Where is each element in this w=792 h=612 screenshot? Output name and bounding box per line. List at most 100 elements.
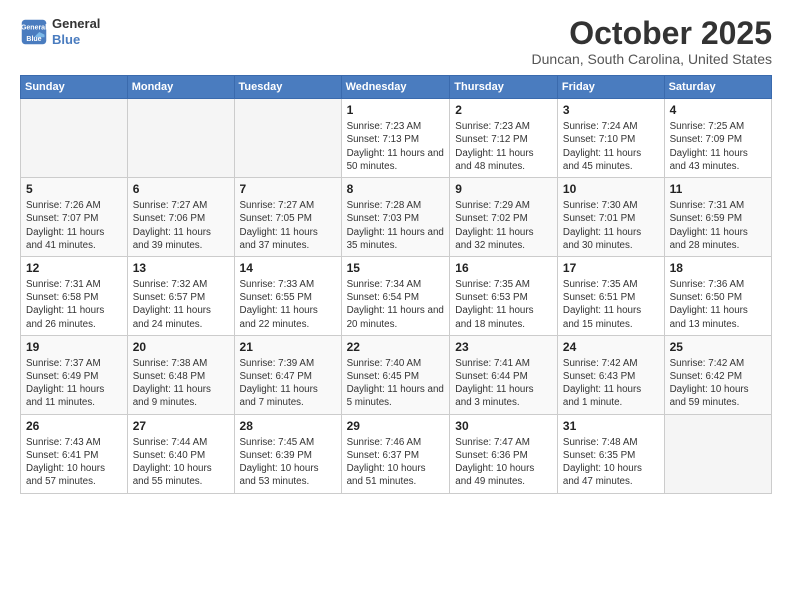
cell-date: 8 <box>347 182 445 196</box>
logo-line2: Blue <box>52 32 100 48</box>
cell-info: Sunrise: 7:35 AM Sunset: 6:51 PM Dayligh… <box>563 278 659 331</box>
cell-info: Sunrise: 7:43 AM Sunset: 6:41 PM Dayligh… <box>26 436 122 489</box>
cell-info: Sunrise: 7:30 AM Sunset: 7:01 PM Dayligh… <box>563 199 659 252</box>
calendar-table: SundayMondayTuesdayWednesdayThursdayFrid… <box>20 75 772 493</box>
location: Duncan, South Carolina, United States <box>532 51 772 67</box>
day-cell-26: 26 Sunrise: 7:43 AM Sunset: 6:41 PM Dayl… <box>21 414 128 493</box>
day-cell-20: 20 Sunrise: 7:38 AM Sunset: 6:48 PM Dayl… <box>127 335 234 414</box>
cell-date: 27 <box>133 419 229 433</box>
weekday-saturday: Saturday <box>664 76 771 99</box>
cell-date: 3 <box>563 103 659 117</box>
logo-icon: General Blue <box>20 18 48 46</box>
day-cell-6: 6 Sunrise: 7:27 AM Sunset: 7:06 PM Dayli… <box>127 178 234 257</box>
cell-info: Sunrise: 7:45 AM Sunset: 6:39 PM Dayligh… <box>240 436 336 489</box>
day-cell-7: 7 Sunrise: 7:27 AM Sunset: 7:05 PM Dayli… <box>234 178 341 257</box>
day-cell-25: 25 Sunrise: 7:42 AM Sunset: 6:42 PM Dayl… <box>664 335 771 414</box>
day-cell-8: 8 Sunrise: 7:28 AM Sunset: 7:03 PM Dayli… <box>341 178 450 257</box>
cell-info: Sunrise: 7:47 AM Sunset: 6:36 PM Dayligh… <box>455 436 552 489</box>
week-row-4: 19 Sunrise: 7:37 AM Sunset: 6:49 PM Dayl… <box>21 335 772 414</box>
cell-info: Sunrise: 7:27 AM Sunset: 7:06 PM Dayligh… <box>133 199 229 252</box>
cell-info: Sunrise: 7:31 AM Sunset: 6:58 PM Dayligh… <box>26 278 122 331</box>
cell-info: Sunrise: 7:38 AM Sunset: 6:48 PM Dayligh… <box>133 357 229 410</box>
cell-date: 26 <box>26 419 122 433</box>
logo: General Blue General Blue <box>20 16 100 47</box>
day-cell-1: 1 Sunrise: 7:23 AM Sunset: 7:13 PM Dayli… <box>341 99 450 178</box>
cell-info: Sunrise: 7:31 AM Sunset: 6:59 PM Dayligh… <box>670 199 766 252</box>
cell-date: 25 <box>670 340 766 354</box>
cell-date: 24 <box>563 340 659 354</box>
weekday-friday: Friday <box>557 76 664 99</box>
cell-date: 9 <box>455 182 552 196</box>
day-cell-31: 31 Sunrise: 7:48 AM Sunset: 6:35 PM Dayl… <box>557 414 664 493</box>
cell-info: Sunrise: 7:41 AM Sunset: 6:44 PM Dayligh… <box>455 357 552 410</box>
day-cell-10: 10 Sunrise: 7:30 AM Sunset: 7:01 PM Dayl… <box>557 178 664 257</box>
cell-date: 21 <box>240 340 336 354</box>
svg-text:General: General <box>21 24 47 31</box>
cell-date: 16 <box>455 261 552 275</box>
weekday-monday: Monday <box>127 76 234 99</box>
cell-info: Sunrise: 7:28 AM Sunset: 7:03 PM Dayligh… <box>347 199 445 252</box>
day-cell-19: 19 Sunrise: 7:37 AM Sunset: 6:49 PM Dayl… <box>21 335 128 414</box>
cell-info: Sunrise: 7:25 AM Sunset: 7:09 PM Dayligh… <box>670 120 766 173</box>
weekday-header-row: SundayMondayTuesdayWednesdayThursdayFrid… <box>21 76 772 99</box>
cell-info: Sunrise: 7:34 AM Sunset: 6:54 PM Dayligh… <box>347 278 445 331</box>
cell-date: 19 <box>26 340 122 354</box>
day-cell-21: 21 Sunrise: 7:39 AM Sunset: 6:47 PM Dayl… <box>234 335 341 414</box>
day-cell-13: 13 Sunrise: 7:32 AM Sunset: 6:57 PM Dayl… <box>127 256 234 335</box>
cell-info: Sunrise: 7:42 AM Sunset: 6:42 PM Dayligh… <box>670 357 766 410</box>
day-cell-15: 15 Sunrise: 7:34 AM Sunset: 6:54 PM Dayl… <box>341 256 450 335</box>
header: General Blue General Blue October 2025 D… <box>20 16 772 67</box>
day-cell-17: 17 Sunrise: 7:35 AM Sunset: 6:51 PM Dayl… <box>557 256 664 335</box>
cell-info: Sunrise: 7:33 AM Sunset: 6:55 PM Dayligh… <box>240 278 336 331</box>
cell-date: 11 <box>670 182 766 196</box>
cell-info: Sunrise: 7:23 AM Sunset: 7:13 PM Dayligh… <box>347 120 445 173</box>
cell-date: 10 <box>563 182 659 196</box>
day-cell-27: 27 Sunrise: 7:44 AM Sunset: 6:40 PM Dayl… <box>127 414 234 493</box>
day-cell-4: 4 Sunrise: 7:25 AM Sunset: 7:09 PM Dayli… <box>664 99 771 178</box>
cell-date: 30 <box>455 419 552 433</box>
day-cell-28: 28 Sunrise: 7:45 AM Sunset: 6:39 PM Dayl… <box>234 414 341 493</box>
cell-date: 31 <box>563 419 659 433</box>
day-cell-9: 9 Sunrise: 7:29 AM Sunset: 7:02 PM Dayli… <box>450 178 558 257</box>
cell-date: 14 <box>240 261 336 275</box>
cell-date: 22 <box>347 340 445 354</box>
week-row-3: 12 Sunrise: 7:31 AM Sunset: 6:58 PM Dayl… <box>21 256 772 335</box>
cell-info: Sunrise: 7:23 AM Sunset: 7:12 PM Dayligh… <box>455 120 552 173</box>
cell-date: 13 <box>133 261 229 275</box>
cell-info: Sunrise: 7:46 AM Sunset: 6:37 PM Dayligh… <box>347 436 445 489</box>
cell-info: Sunrise: 7:32 AM Sunset: 6:57 PM Dayligh… <box>133 278 229 331</box>
cell-date: 17 <box>563 261 659 275</box>
weekday-wednesday: Wednesday <box>341 76 450 99</box>
empty-cell <box>127 99 234 178</box>
month-title: October 2025 <box>532 16 772 51</box>
day-cell-30: 30 Sunrise: 7:47 AM Sunset: 6:36 PM Dayl… <box>450 414 558 493</box>
cell-date: 29 <box>347 419 445 433</box>
day-cell-11: 11 Sunrise: 7:31 AM Sunset: 6:59 PM Dayl… <box>664 178 771 257</box>
cell-info: Sunrise: 7:29 AM Sunset: 7:02 PM Dayligh… <box>455 199 552 252</box>
day-cell-2: 2 Sunrise: 7:23 AM Sunset: 7:12 PM Dayli… <box>450 99 558 178</box>
day-cell-16: 16 Sunrise: 7:35 AM Sunset: 6:53 PM Dayl… <box>450 256 558 335</box>
cell-date: 15 <box>347 261 445 275</box>
cell-date: 18 <box>670 261 766 275</box>
cell-date: 28 <box>240 419 336 433</box>
title-block: October 2025 Duncan, South Carolina, Uni… <box>532 16 772 67</box>
day-cell-22: 22 Sunrise: 7:40 AM Sunset: 6:45 PM Dayl… <box>341 335 450 414</box>
cell-date: 20 <box>133 340 229 354</box>
cell-info: Sunrise: 7:48 AM Sunset: 6:35 PM Dayligh… <box>563 436 659 489</box>
cell-date: 2 <box>455 103 552 117</box>
cell-date: 4 <box>670 103 766 117</box>
day-cell-23: 23 Sunrise: 7:41 AM Sunset: 6:44 PM Dayl… <box>450 335 558 414</box>
cell-info: Sunrise: 7:26 AM Sunset: 7:07 PM Dayligh… <box>26 199 122 252</box>
cell-date: 12 <box>26 261 122 275</box>
empty-cell <box>21 99 128 178</box>
cell-info: Sunrise: 7:44 AM Sunset: 6:40 PM Dayligh… <box>133 436 229 489</box>
cell-info: Sunrise: 7:35 AM Sunset: 6:53 PM Dayligh… <box>455 278 552 331</box>
day-cell-3: 3 Sunrise: 7:24 AM Sunset: 7:10 PM Dayli… <box>557 99 664 178</box>
cell-date: 5 <box>26 182 122 196</box>
cell-info: Sunrise: 7:39 AM Sunset: 6:47 PM Dayligh… <box>240 357 336 410</box>
day-cell-14: 14 Sunrise: 7:33 AM Sunset: 6:55 PM Dayl… <box>234 256 341 335</box>
day-cell-24: 24 Sunrise: 7:42 AM Sunset: 6:43 PM Dayl… <box>557 335 664 414</box>
svg-text:Blue: Blue <box>26 35 41 42</box>
cell-info: Sunrise: 7:27 AM Sunset: 7:05 PM Dayligh… <box>240 199 336 252</box>
cell-info: Sunrise: 7:42 AM Sunset: 6:43 PM Dayligh… <box>563 357 659 410</box>
